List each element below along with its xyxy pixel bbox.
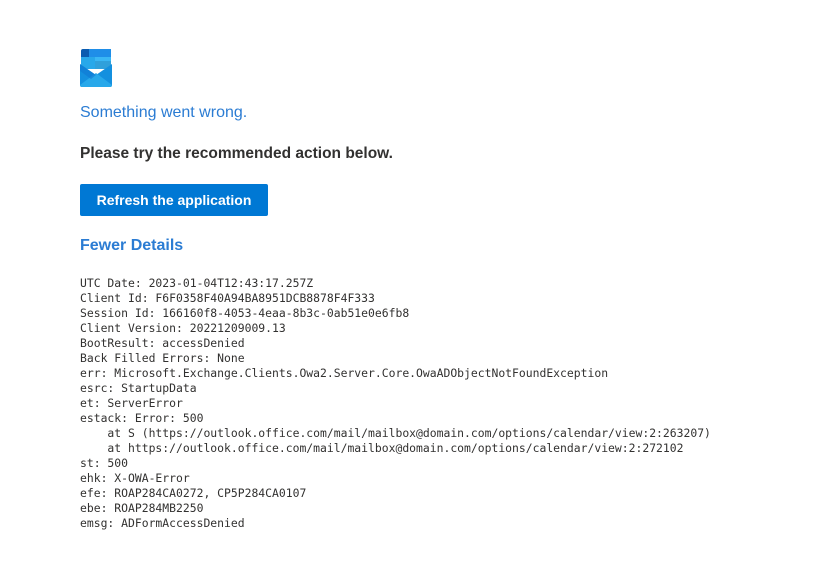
refresh-application-button[interactable]: Refresh the application (80, 184, 268, 216)
detail-line-stack-frame-1: at S (https://outlook.office.com/mail/ma… (80, 426, 711, 440)
detail-line-emsg: emsg: ADFormAccessDenied (80, 516, 245, 530)
detail-line-ehk: ehk: X-OWA-Error (80, 471, 190, 485)
detail-line-efe: efe: ROAP284CA0272, CP5P284CA0107 (80, 486, 307, 500)
detail-line-et: et: ServerError (80, 396, 183, 410)
detail-line-err: err: Microsoft.Exchange.Clients.Owa2.Ser… (80, 366, 609, 380)
detail-line-stack-frame-2: at https://outlook.office.com/mail/mailb… (80, 441, 684, 455)
detail-line-boot-result: BootResult: accessDenied (80, 336, 245, 350)
detail-line-client-version: Client Version: 20221209009.13 (80, 321, 286, 335)
detail-line-ebe: ebe: ROAP284MB2250 (80, 501, 204, 515)
detail-line-client-id: Client Id: F6F0358F40A94BA8951DCB8878F4F… (80, 291, 375, 305)
error-title: Something went wrong. (80, 104, 248, 121)
detail-line-session-id: Session Id: 166160f8-4053-4eaa-8b3c-0ab5… (80, 306, 410, 320)
error-details: UTC Date: 2023-01-04T12:43:17.257Z Clien… (80, 276, 711, 531)
detail-line-back-filled-errors: Back Filled Errors: None (80, 351, 245, 365)
detail-line-estack: estack: Error: 500 (80, 411, 204, 425)
detail-line-utc-date: UTC Date: 2023-01-04T12:43:17.257Z (80, 276, 314, 290)
outlook-mail-icon (80, 49, 112, 87)
recommended-action-heading: Please try the recommended action below. (80, 145, 393, 162)
error-page: Something went wrong. Please try the rec… (0, 0, 823, 565)
detail-line-esrc: esrc: StartupData (80, 381, 197, 395)
fewer-details-link[interactable]: Fewer Details (80, 237, 183, 255)
detail-line-st: st: 500 (80, 456, 129, 470)
